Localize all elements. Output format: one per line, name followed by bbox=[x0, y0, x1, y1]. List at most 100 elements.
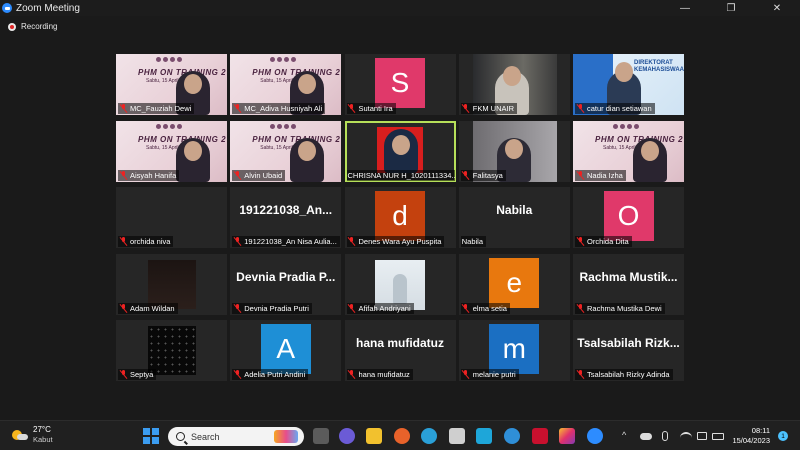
participant-name: Orchida Dita bbox=[587, 237, 629, 246]
avatar: A bbox=[260, 324, 311, 374]
mic-muted-icon bbox=[462, 170, 470, 180]
store-icon[interactable] bbox=[449, 428, 465, 444]
system-clock[interactable]: 08:11 15/04/2023 bbox=[728, 426, 770, 446]
participant-display-name: 191221038_An... bbox=[239, 203, 333, 217]
participant-name-tag: hana mufidatuz bbox=[346, 369, 413, 380]
participant-name-tag: Adelia Putri Andini bbox=[232, 369, 309, 380]
participant-tile[interactable]: PHM ON TRAINING 2 Sabtu, 15 April 2023 N… bbox=[573, 120, 684, 182]
zoom-taskbar-icon[interactable] bbox=[587, 428, 603, 444]
file-explorer-icon[interactable] bbox=[366, 428, 382, 444]
start-button[interactable] bbox=[143, 428, 159, 444]
mic-muted-icon bbox=[119, 104, 127, 113]
mcafee-icon[interactable] bbox=[532, 428, 548, 444]
participant-name: hana mufidatuz bbox=[358, 370, 410, 379]
participant-name-tag: Alvin Ubaid bbox=[232, 169, 286, 181]
chart-app-icon[interactable] bbox=[476, 428, 492, 444]
mic-muted-icon bbox=[576, 104, 584, 113]
participant-name: CHRISNA NUR H_1020111334... bbox=[347, 170, 455, 180]
participant-name-tag: Aisyah Hanifa bbox=[118, 169, 180, 181]
participant-tile[interactable]: Afifah Andriyani bbox=[344, 253, 456, 315]
avatar: O bbox=[603, 191, 654, 241]
participant-tile[interactable]: hana mufidatuz hana mufidatuz bbox=[344, 320, 456, 381]
profile-photo bbox=[148, 326, 196, 375]
mic-muted-icon bbox=[462, 303, 470, 313]
recording-label: Recording bbox=[21, 22, 58, 31]
minimize-button[interactable]: — bbox=[662, 0, 708, 16]
mic-muted-icon bbox=[348, 303, 356, 313]
battery-icon[interactable] bbox=[712, 433, 724, 440]
recording-indicator[interactable]: Recording bbox=[8, 22, 57, 31]
mic-muted-icon bbox=[348, 237, 356, 246]
participant-tile[interactable]: A Adelia Putri Andini bbox=[230, 320, 342, 381]
mic-muted-icon bbox=[348, 370, 356, 379]
participant-name-tag: 191221038_An Nisa Aulia... bbox=[232, 236, 340, 247]
title-bar: Zoom Meeting — ❐ ✕ bbox=[0, 0, 800, 16]
mic-muted-icon bbox=[576, 370, 584, 379]
participant-tile[interactable]: d Denes Wara Ayu Puspita bbox=[344, 187, 456, 248]
participant-display-name: Nabila bbox=[496, 203, 533, 217]
participant-name: elma setia bbox=[472, 303, 507, 313]
participant-tile[interactable]: DIREKTORAT KEMAHASISWAAN catur dian seti… bbox=[573, 54, 684, 115]
participant-name-tag: Nabila bbox=[460, 236, 487, 247]
mic-muted-icon bbox=[576, 170, 584, 180]
task-view-icon[interactable] bbox=[313, 428, 329, 444]
participant-tile[interactable]: e elma setia bbox=[458, 253, 570, 315]
participant-tile[interactable]: O Orchida Dita bbox=[573, 187, 684, 248]
taskbar: 27°C Kabut Search ^ 08:11 15/04/2023 1 bbox=[0, 420, 800, 450]
wifi-icon[interactable] bbox=[680, 432, 692, 440]
tray-chevron-icon[interactable]: ^ bbox=[622, 430, 626, 440]
zoom-logo-icon bbox=[2, 3, 12, 13]
participant-tile[interactable]: Adam Wildan bbox=[116, 253, 227, 315]
maximize-button[interactable]: ❐ bbox=[708, 0, 754, 16]
participant-tile[interactable]: Nabila Nabila bbox=[458, 187, 570, 248]
mic-muted-icon bbox=[576, 237, 584, 246]
participant-tile[interactable]: PHM ON TRAINING 2 Sabtu, 15 April 2023 M… bbox=[230, 54, 342, 115]
participant-tile[interactable]: orchida niva bbox=[116, 187, 227, 248]
microphone-icon[interactable] bbox=[662, 431, 668, 441]
participant-name-tag: elma setia bbox=[460, 302, 510, 314]
participant-name: Tsalsabilah Rizky Adinda bbox=[587, 370, 670, 379]
volume-icon[interactable] bbox=[697, 432, 707, 440]
mic-muted-icon bbox=[233, 170, 241, 180]
participant-name-tag: Septya bbox=[118, 369, 157, 380]
participant-tile[interactable]: FKM UNAIR bbox=[458, 54, 570, 115]
record-icon bbox=[8, 22, 16, 31]
weather-temp: 27°C bbox=[33, 425, 51, 434]
chat-icon[interactable] bbox=[339, 428, 355, 444]
participant-tile[interactable]: Tsalsabilah Rizk... Tsalsabilah Rizky Adi… bbox=[573, 320, 684, 381]
participant-tile[interactable]: Rachma Mustik... Rachma Mustika Dewi bbox=[573, 253, 684, 315]
instagram-icon[interactable] bbox=[559, 428, 575, 444]
participant-name: Denes Wara Ayu Puspita bbox=[358, 237, 442, 246]
weather-widget[interactable]: 27°C Kabut bbox=[12, 425, 53, 445]
participant-tile[interactable]: CHRISNA NUR H_1020111334... bbox=[344, 120, 456, 182]
participant-tile[interactable]: m melanie putri bbox=[458, 320, 570, 381]
participant-name: Adelia Putri Andini bbox=[244, 370, 306, 379]
edge-icon[interactable] bbox=[421, 428, 437, 444]
clock-time: 08:11 bbox=[751, 426, 770, 435]
participant-tile[interactable]: Devnia Pradia P... Devnia Pradia Putri bbox=[230, 253, 342, 315]
participant-name-tag: Orchida Dita bbox=[575, 236, 632, 247]
mic-muted-icon bbox=[233, 104, 241, 113]
participant-tile[interactable]: S Sutanti Ira bbox=[344, 54, 456, 115]
firefox-icon[interactable] bbox=[394, 428, 410, 444]
close-button[interactable]: ✕ bbox=[754, 0, 800, 16]
window-controls: — ❐ ✕ bbox=[662, 0, 800, 16]
mic-muted-icon bbox=[348, 104, 356, 113]
search-icon bbox=[176, 432, 185, 441]
browser-app-icon[interactable] bbox=[504, 428, 520, 444]
notification-badge[interactable]: 1 bbox=[778, 431, 788, 441]
participant-tile[interactable]: Septya bbox=[116, 320, 227, 381]
taskbar-search[interactable]: Search bbox=[168, 427, 304, 446]
participant-name-tag: Denes Wara Ayu Puspita bbox=[346, 236, 445, 247]
video-feed bbox=[376, 126, 423, 173]
participant-tile[interactable]: PHM ON TRAINING 2 Sabtu, 15 April 2023 A… bbox=[230, 120, 342, 182]
participant-tile[interactable]: PHM ON TRAINING 2 Sabtu, 15 April 2023 A… bbox=[116, 120, 227, 182]
onedrive-icon[interactable] bbox=[640, 433, 652, 440]
mic-muted-icon bbox=[119, 303, 127, 313]
participant-display-name: hana mufidatuz bbox=[355, 336, 444, 350]
participant-tile[interactable]: PHM ON TRAINING 2 Sabtu, 15 April 2023 M… bbox=[116, 54, 227, 115]
participant-tile[interactable]: 191221038_An... 191221038_An Nisa Aulia..… bbox=[230, 187, 342, 248]
participant-name: orchida niva bbox=[130, 237, 171, 246]
participant-tile[interactable]: Falitasya bbox=[458, 120, 570, 182]
avatar: d bbox=[375, 191, 425, 241]
